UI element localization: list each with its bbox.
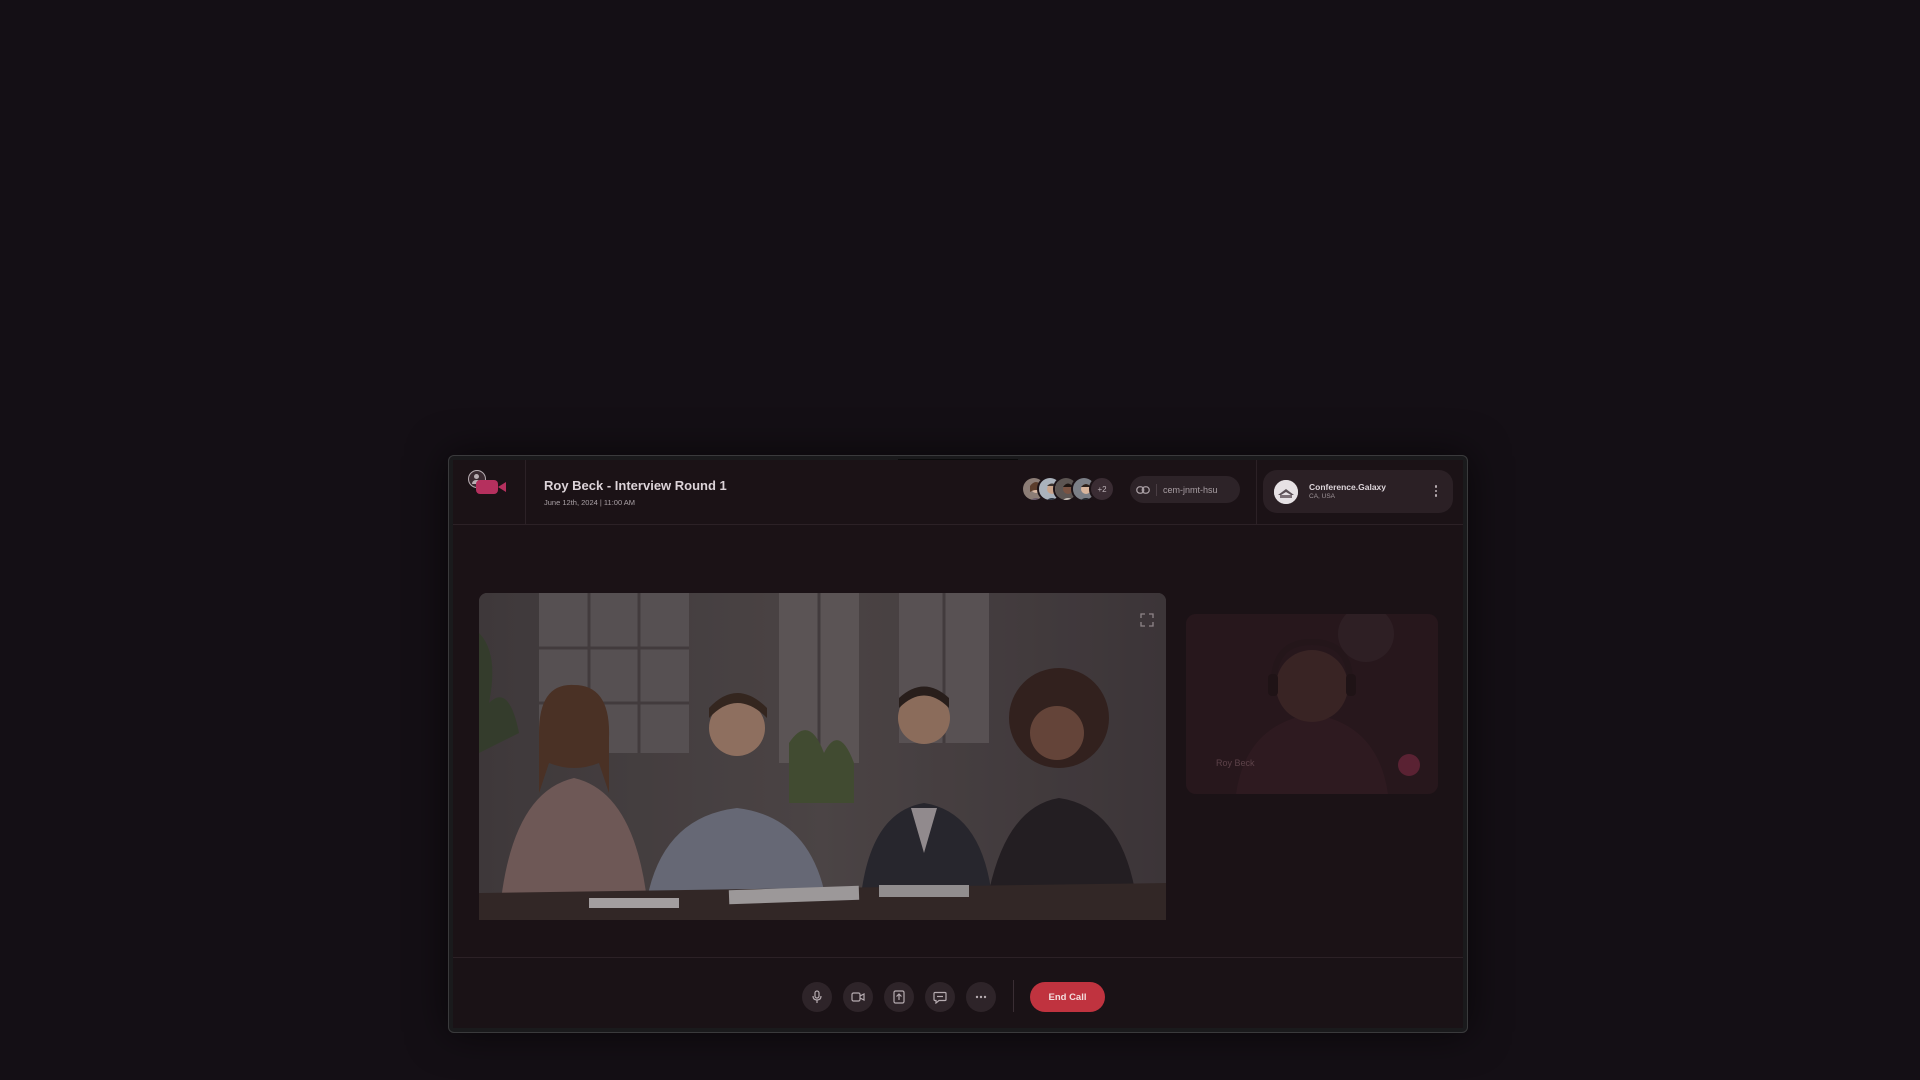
video-toggle-button[interactable]	[843, 982, 873, 1012]
invite-code: cem-jnmt-hsu	[1163, 484, 1218, 495]
link-icon	[1130, 485, 1156, 495]
organization-name: Conference.Galaxy	[1309, 482, 1387, 492]
organization-card[interactable]: Conference.Galaxy CA, USA	[1263, 470, 1453, 513]
app-screen: Roy Beck - Interview Round 1 June 12th, …	[453, 460, 1463, 1028]
organization-location: CA, USA	[1309, 493, 1336, 500]
share-screen-icon	[893, 990, 905, 1004]
header: Roy Beck - Interview Round 1 June 12th, …	[453, 460, 1463, 525]
mic-icon[interactable]	[1398, 754, 1420, 776]
organization-logo	[1274, 480, 1298, 504]
mic-icon	[812, 990, 822, 1003]
conference-room-video	[479, 593, 1166, 920]
end-call-button[interactable]: End Call	[1030, 982, 1105, 1012]
more-horizontal-icon	[975, 995, 987, 999]
participant-tile[interactable]: Roy Beck	[1186, 614, 1438, 794]
camera-icon	[476, 480, 498, 494]
more-vertical-icon[interactable]	[1429, 483, 1443, 499]
chat-button[interactable]	[925, 982, 955, 1012]
invite-link-button[interactable]: cem-jnmt-hsu	[1130, 476, 1240, 503]
call-controls-bar: End Call	[453, 957, 1463, 1028]
device-frame: Roy Beck - Interview Round 1 June 12th, …	[448, 455, 1468, 1033]
chat-icon	[933, 991, 947, 1004]
app-logo[interactable]	[453, 460, 526, 524]
mic-toggle-button[interactable]	[802, 982, 832, 1012]
more-options-button[interactable]	[966, 982, 996, 1012]
main-video-feed[interactable]	[479, 593, 1166, 920]
video-icon	[851, 992, 865, 1002]
expand-icon[interactable]	[1138, 611, 1156, 629]
participant-name: Roy Beck	[1216, 758, 1255, 768]
more-participants-badge[interactable]: +2	[1089, 476, 1115, 502]
meeting-title: Roy Beck - Interview Round 1	[544, 478, 727, 493]
share-screen-button[interactable]	[884, 982, 914, 1012]
meeting-datetime: June 12th, 2024 | 11:00 AM	[544, 498, 636, 507]
